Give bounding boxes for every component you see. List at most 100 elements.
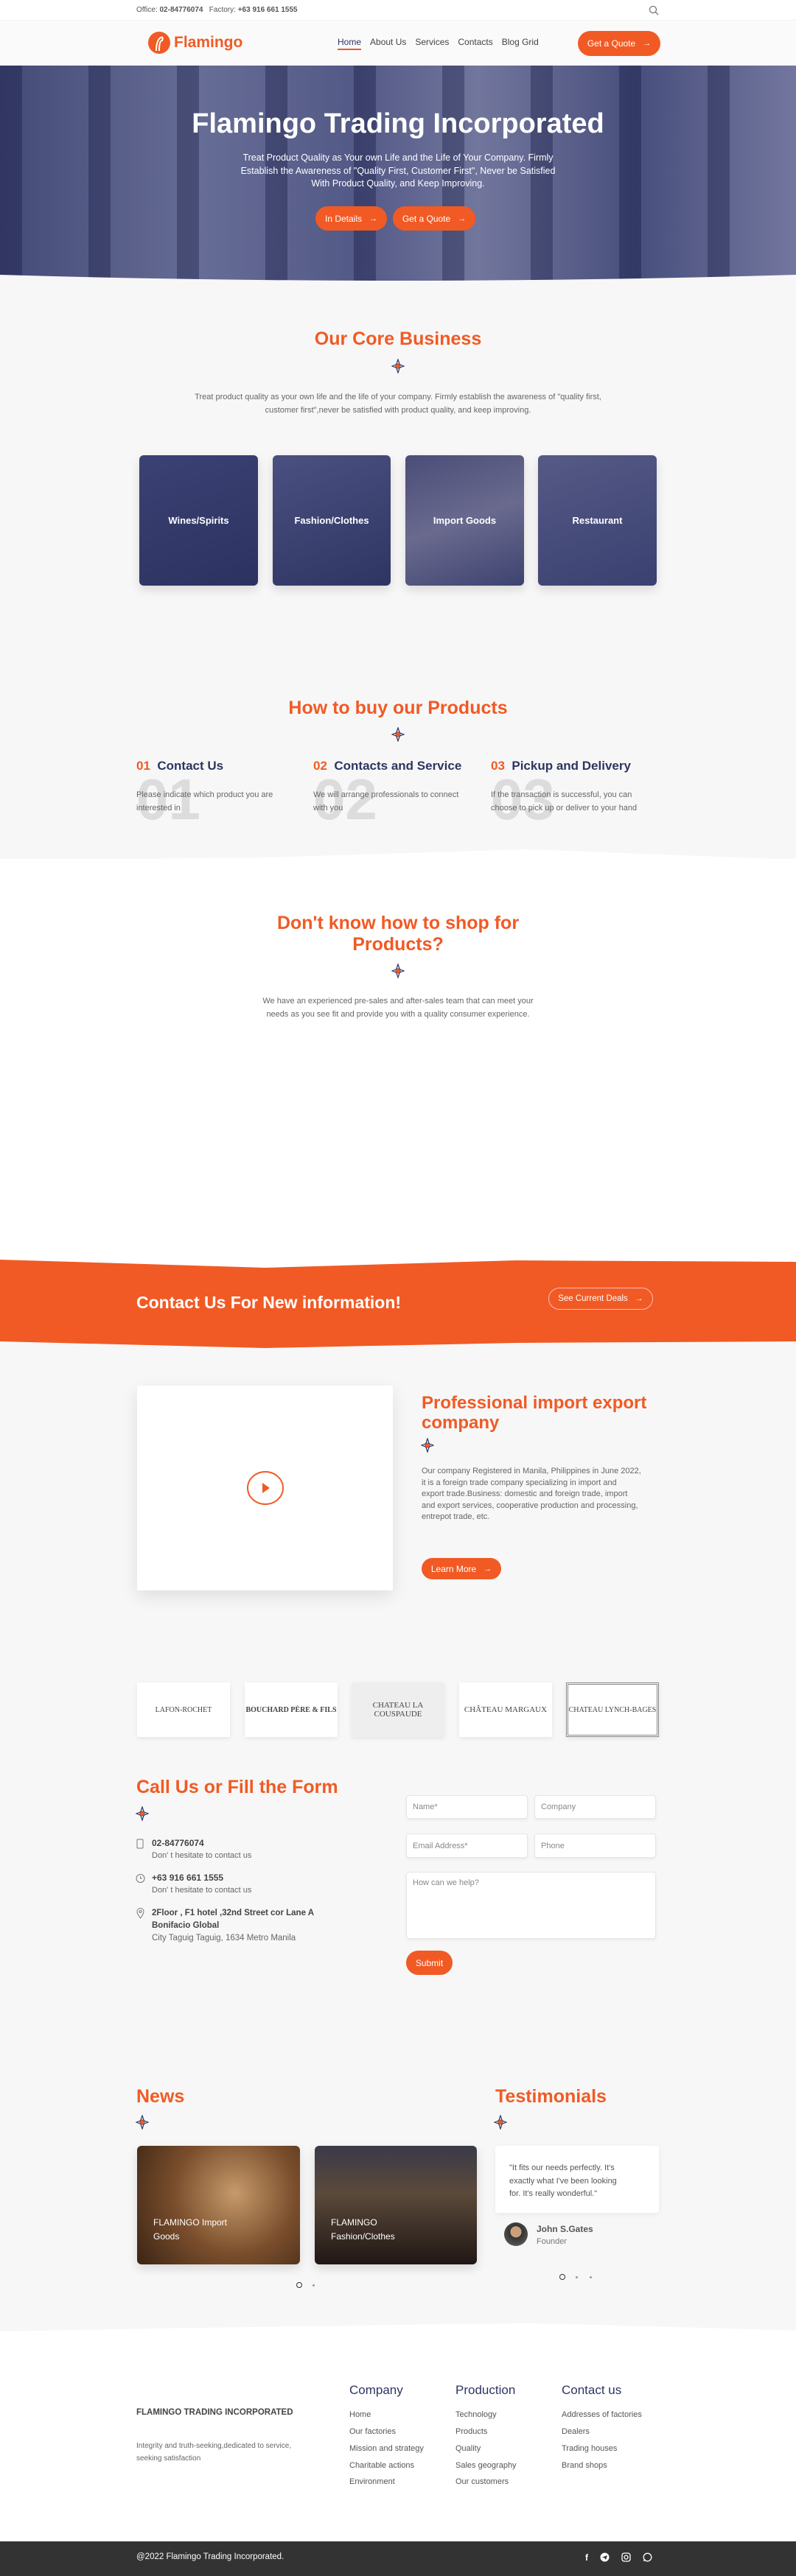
message-textarea[interactable]: How can we help? [406, 1872, 656, 1939]
whatsapp-icon[interactable] [643, 2552, 652, 2562]
testimonials-title: Testimonials [495, 2086, 607, 2107]
brand-name: CHÂTEAU MARGAUX [464, 1705, 548, 1714]
facebook-icon[interactable]: f [585, 2552, 588, 2563]
step-text: choose to pick up or deliver to your han… [491, 804, 638, 813]
contact-mobile[interactable]: +63 916 661 1555 [152, 1873, 223, 1883]
footer-link[interactable]: Charitable actions [349, 2461, 414, 2470]
location-pin-icon [136, 1908, 144, 1919]
card-import-goods[interactable]: Import Goods [405, 455, 524, 586]
video-player[interactable] [137, 1386, 393, 1590]
play-icon[interactable] [247, 1471, 284, 1505]
about-line: and export services, cooperative product… [422, 1501, 638, 1510]
instagram-icon[interactable] [621, 2552, 631, 2562]
carousel-dot[interactable] [576, 2276, 578, 2278]
in-details-button[interactable]: In Details → [315, 206, 387, 231]
see-current-deals-button[interactable]: See Current Deals → [548, 1288, 653, 1310]
footer-link[interactable]: Dealers [562, 2427, 590, 2436]
nav-blog-grid[interactable]: Blog Grid [502, 37, 539, 50]
footer-link[interactable]: Our customers [455, 2477, 509, 2486]
footer-link[interactable]: Brand shops [562, 2461, 607, 2470]
card-fashion-clothes[interactable]: Fashion/Clothes [273, 455, 391, 586]
card-label: Import Goods [433, 515, 497, 526]
testimonial-role: Founder [537, 2237, 567, 2246]
copyright: @2022 Flamingo Trading Incorporated. [136, 2552, 284, 2561]
card-restaurant[interactable]: Restaurant [538, 455, 657, 586]
tagline-line: seeking satisfaction [136, 2454, 201, 2463]
submit-button[interactable]: Submit [406, 1951, 453, 1975]
company-input[interactable]: Company [534, 1795, 656, 1819]
footer-link[interactable]: Our factories [349, 2427, 396, 2436]
get-quote-button[interactable]: Get a Quote → [578, 31, 660, 56]
news-card-import-goods[interactable]: FLAMINGO Import Goods [137, 2146, 300, 2264]
nav-about-us[interactable]: About Us [370, 37, 406, 50]
see-deals-label: See Current Deals [558, 1294, 628, 1303]
tagline-line: Integrity and truth-seeking,dedicated to… [136, 2442, 292, 2450]
footer-link[interactable]: Addresses of factories [562, 2410, 642, 2419]
phone-input[interactable]: Phone [534, 1833, 656, 1858]
office-phone: 02-84776074 [159, 6, 203, 14]
arrow-right-icon: → [483, 1564, 492, 1573]
brand-name: BOUCHARD PÈRE & FILS [245, 1705, 337, 1714]
nav-home[interactable]: Home [338, 37, 362, 50]
nav-contacts[interactable]: Contacts [458, 37, 492, 50]
hero-text: Treat Product Quality as Your own Life a… [0, 152, 796, 191]
clock-icon [136, 1874, 145, 1883]
contact-address: 2Floor , F1 hotel ,32nd Street cor Lane … [152, 1907, 314, 1945]
card-label: Wines/Spirits [168, 515, 229, 526]
name-input[interactable]: Name* [406, 1795, 528, 1819]
footer-bottom-bar: @2022 Flamingo Trading Incorporated. f [0, 2541, 796, 2576]
footer-link[interactable]: Products [455, 2427, 487, 2436]
footer-link[interactable]: Home [349, 2410, 371, 2419]
logo[interactable]: Flamingo [147, 30, 242, 55]
email-input[interactable]: Email Address* [406, 1833, 528, 1858]
carousel-dot-active[interactable] [559, 2274, 565, 2280]
shop-title-line: Don't know how to shop for [276, 913, 520, 933]
about-title-line: company [422, 1413, 500, 1433]
hero-get-quote-label: Get a Quote [402, 213, 451, 224]
step-text: Please indicate which product you are [136, 790, 273, 799]
brand-name: CHATEAU LA COUSPAUDE [372, 1701, 424, 1719]
about-text: Our company Registered in Manila, Philip… [422, 1466, 641, 1523]
footer-link[interactable]: Sales geography [455, 2461, 517, 2470]
hero-line: Treat Product Quality as Your own Life a… [242, 152, 554, 163]
carousel-dot-active[interactable] [296, 2282, 302, 2288]
card-wines-spirits[interactable]: Wines/Spirits [139, 455, 258, 586]
shop-text: We have an experienced pre-sales and aft… [0, 994, 796, 1021]
factory-label: Factory: [209, 6, 236, 14]
nav-services[interactable]: Services [415, 37, 449, 50]
testimonial-name: John S.Gates [537, 2224, 593, 2234]
arrow-right-icon: → [369, 214, 378, 223]
shop-line: needs as you see fit and provide you wit… [266, 1010, 530, 1019]
footer-link[interactable]: Trading houses [562, 2444, 617, 2453]
hero: Flamingo Trading Incorporated Treat Prod… [0, 66, 796, 281]
carousel-dot[interactable] [313, 2284, 315, 2287]
phone-icon [136, 1839, 144, 1849]
about-title: Professional import export company [422, 1393, 646, 1433]
contact-phone[interactable]: 02-84776074 [152, 1838, 204, 1848]
footer-link[interactable]: Quality [455, 2444, 481, 2453]
office-info: Office: 02-84776074 Factory: +63 916 661… [136, 6, 298, 14]
core-line: Treat product quality as your own life a… [195, 393, 601, 401]
hero-get-quote-button[interactable]: Get a Quote → [393, 206, 475, 231]
news-caption: Goods [153, 2231, 180, 2242]
learn-more-button[interactable]: Learn More → [422, 1558, 501, 1579]
contact-title: Call Us or Fill the Form [136, 1777, 338, 1797]
address-line: Bonifacio Global [152, 1921, 220, 1930]
footer-link[interactable]: Technology [455, 2410, 497, 2419]
step-text: We will arrange professionals to connect [313, 790, 459, 799]
brand-logo-bouchard: BOUCHARD PÈRE & FILS [245, 1682, 338, 1737]
footer-link[interactable]: Mission and strategy [349, 2444, 424, 2453]
quote-line: for. It's really wonderful." [509, 2189, 598, 2198]
quote-line: "It fits our needs perfectly. It's [509, 2163, 615, 2172]
telegram-icon[interactable] [600, 2552, 610, 2562]
wave-divider [0, 849, 796, 862]
news-card-fashion-clothes[interactable]: FLAMINGO Fashion/Clothes [315, 2146, 477, 2264]
search-icon[interactable] [649, 5, 659, 15]
news-caption: Fashion/Clothes [331, 2231, 395, 2242]
brand-logo-lafon-rochet: LAFON-ROCHET [137, 1682, 230, 1737]
ornament-icon [391, 727, 405, 742]
main-nav: Flamingo Home About Us Services Contacts… [0, 21, 796, 66]
carousel-dot[interactable] [590, 2276, 592, 2278]
submit-label: Submit [415, 1957, 444, 1968]
footer-link[interactable]: Environment [349, 2477, 395, 2486]
